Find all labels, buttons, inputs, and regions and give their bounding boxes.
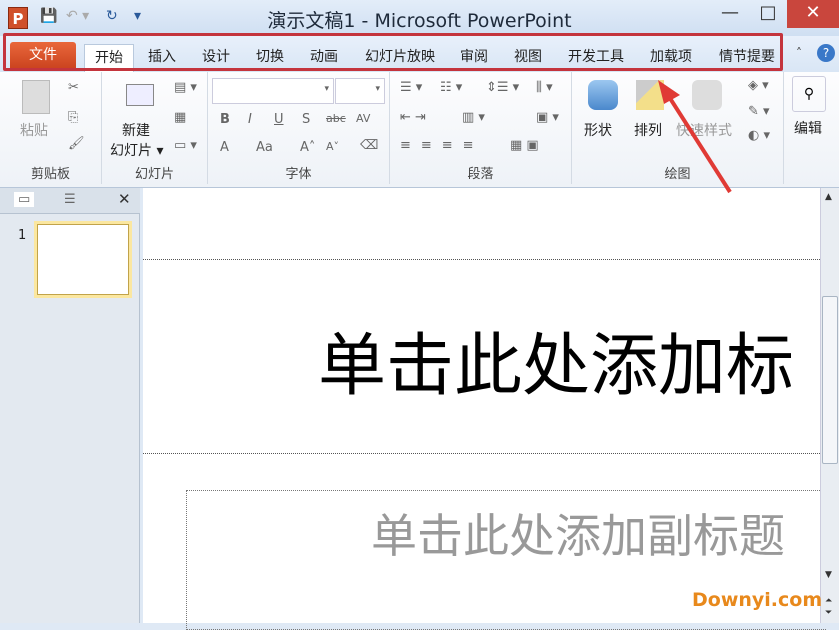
- annotation-arrow: [0, 0, 839, 623]
- arrow-head: [658, 80, 680, 104]
- arrow-shaft: [666, 92, 730, 192]
- watermark: Downyi.com: [692, 589, 822, 611]
